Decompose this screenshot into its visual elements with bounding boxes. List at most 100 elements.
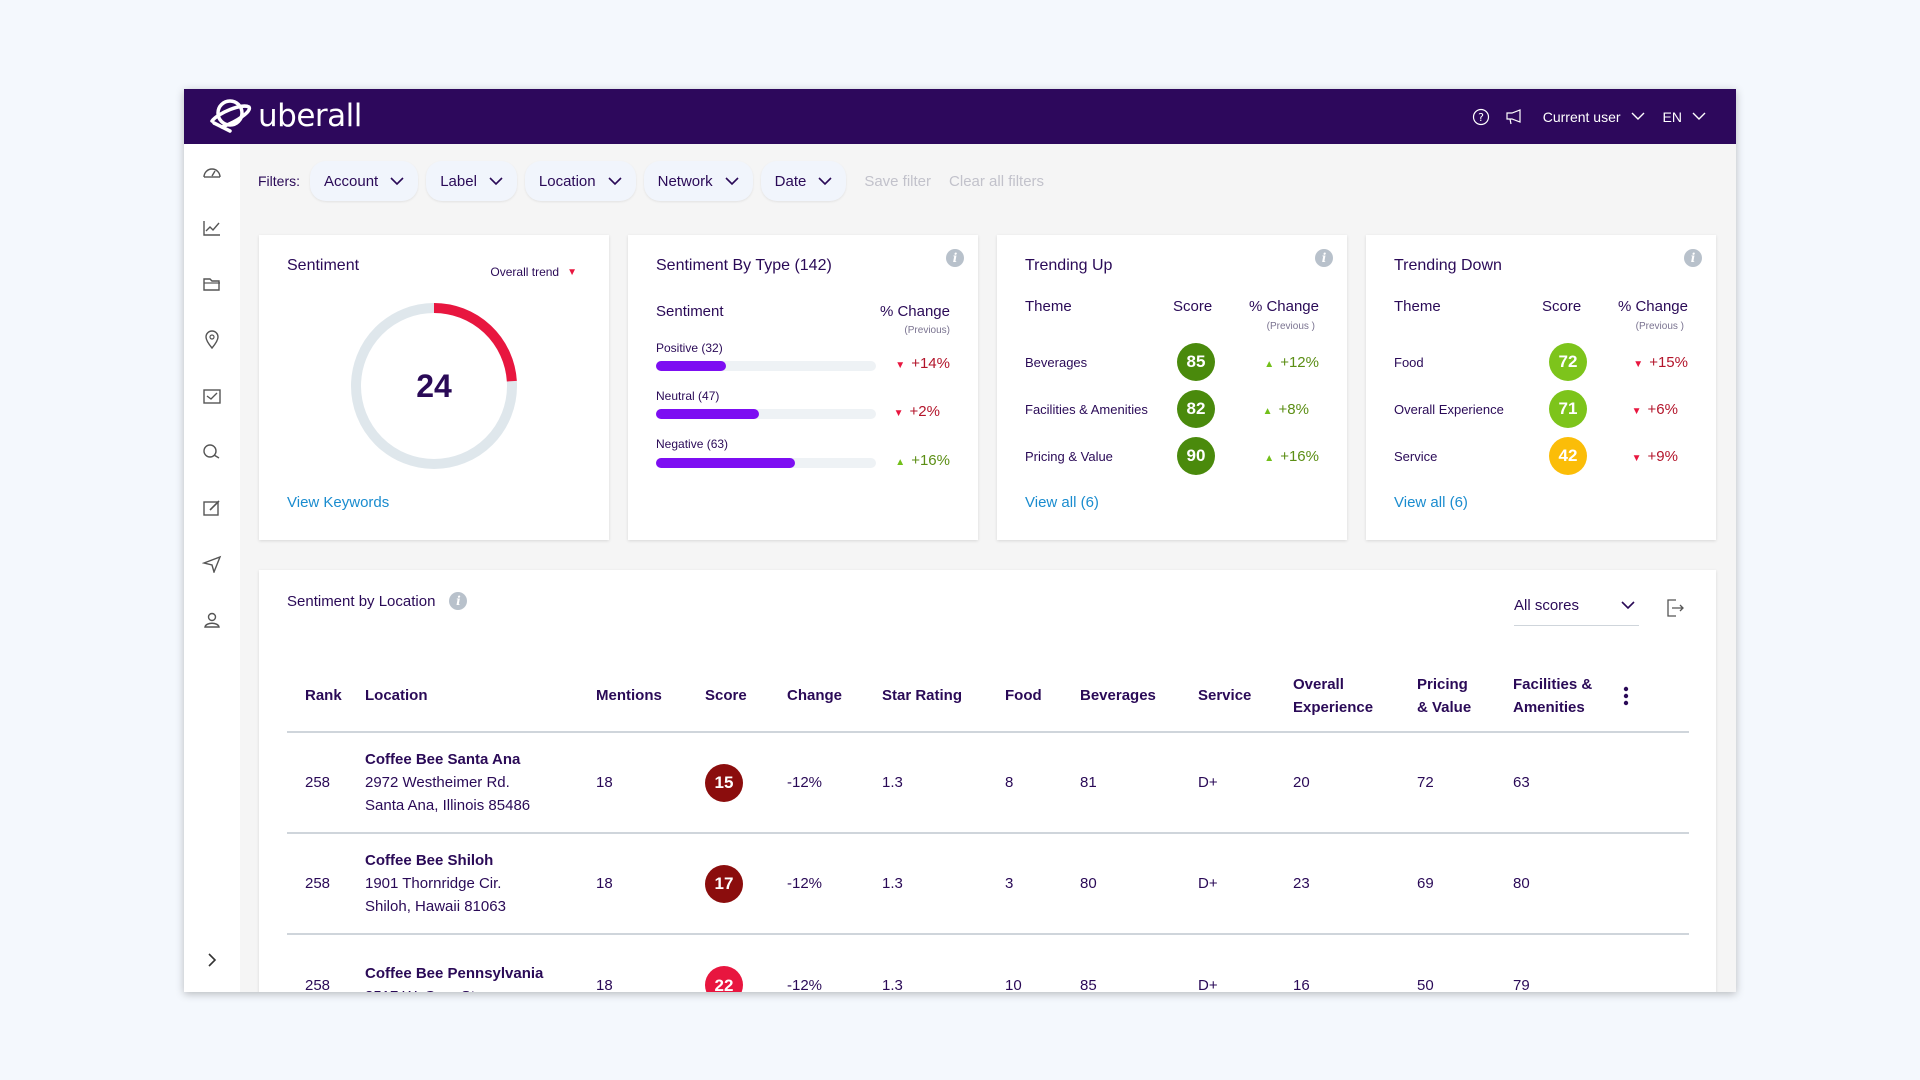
cell-pricing-value: 50 — [1417, 976, 1434, 993]
cell-beverages: 80 — [1080, 833, 1198, 935]
col-food[interactable]: Food — [1005, 660, 1080, 733]
col-change: % Change — [1617, 298, 1688, 315]
trending-up-row[interactable]: Pricing & Value 90 ▲ +16% — [1025, 437, 1319, 475]
location-name[interactable]: Coffee Bee Santa Ana — [365, 748, 596, 771]
score-filter-select[interactable]: All scores — [1514, 586, 1639, 626]
filter-location-label: Location — [538, 172, 596, 190]
theme-change: ▲ +8% — [1263, 401, 1309, 418]
col-pricing-value[interactable]: Pricing & Value — [1417, 660, 1513, 733]
cell-service: D+ — [1198, 833, 1293, 935]
sentiment-bar-fill — [656, 409, 760, 419]
sentiment-score: 24 — [416, 367, 452, 404]
col-overall-experience-label: Overall Experience — [1293, 675, 1374, 716]
col-service[interactable]: Service — [1198, 660, 1293, 733]
col-score: Score — [1542, 298, 1582, 315]
info-icon[interactable]: i — [1684, 249, 1702, 267]
trending-up-title: Trending Up — [1025, 257, 1113, 274]
current-user-dropdown[interactable]: Current user — [1543, 109, 1645, 125]
trending-down-title: Trending Down — [1394, 257, 1502, 274]
sentiment-row-label: Negative (63) — [656, 437, 729, 451]
inbox-icon[interactable] — [202, 386, 222, 406]
theme-name: Beverages — [1025, 354, 1088, 370]
trending-down-row[interactable]: Food 72 ▼ +15% — [1394, 343, 1688, 381]
arrow-down-icon: ▼ — [1631, 452, 1642, 464]
dashboard-gauge-icon[interactable] — [202, 162, 222, 182]
help-circle-icon[interactable]: ? — [1471, 107, 1491, 127]
arrow-up-icon: ▲ — [895, 457, 906, 468]
trending-up-view-all-link[interactable]: View all (6) — [1025, 494, 1099, 511]
trend-down-icon: ▼ — [567, 266, 577, 278]
score-badge: 85 — [1177, 343, 1215, 381]
cell-facilities-amenities: 79 — [1513, 976, 1530, 993]
col-facilities-amenities[interactable]: Facilities & Amenities — [1513, 660, 1689, 733]
uberall-logo[interactable]: uberall — [208, 97, 362, 135]
sentiment-title: Sentiment — [287, 257, 360, 274]
filter-date[interactable]: Date — [760, 161, 847, 201]
filter-account[interactable]: Account — [310, 161, 419, 201]
cell-pricing-value: 69 — [1417, 833, 1513, 935]
sentiment-row-label: Positive (32) — [656, 341, 723, 355]
info-icon[interactable]: i — [1315, 249, 1333, 267]
export-icon[interactable] — [1665, 598, 1685, 623]
filter-network[interactable]: Network — [643, 161, 753, 201]
view-keywords-link[interactable]: View Keywords — [287, 494, 389, 511]
trending-down-card: Trending Down i Theme Score % Change (Pr… — [1366, 235, 1716, 540]
trending-down-row[interactable]: Service 42 ▼ +9% — [1394, 437, 1688, 475]
chevron-down-icon — [818, 176, 832, 185]
sentiment-row-change: ▼ +14% — [895, 355, 950, 372]
folder-icon[interactable] — [202, 274, 222, 294]
theme-change: ▲ +16% — [1264, 448, 1319, 465]
location-name[interactable]: Coffee Bee Shiloh — [365, 849, 596, 872]
theme-change-value: +9% — [1647, 447, 1678, 465]
analytics-chart-icon[interactable] — [202, 218, 222, 238]
theme-name: Service — [1394, 448, 1438, 464]
table-row[interactable]: 258 Coffee Bee Shiloh 1901 Thornridge Ci… — [287, 833, 1689, 935]
clear-all-filters-button[interactable]: Clear all filters — [949, 173, 1044, 190]
more-vertical-icon[interactable] — [1623, 686, 1629, 706]
cell-food: 3 — [1005, 833, 1080, 935]
table-header-row: Rank Location Mentions Score Change Star… — [287, 660, 1689, 733]
col-overall-experience[interactable]: Overall Experience — [1293, 660, 1417, 733]
brand-name: uberall — [258, 98, 362, 134]
send-icon[interactable] — [202, 554, 222, 574]
language-dropdown[interactable]: EN — [1663, 109, 1706, 125]
user-icon[interactable] — [202, 610, 222, 630]
col-score[interactable]: Score — [705, 660, 787, 733]
table-row[interactable]: 258 Coffee Bee Santa Ana 2972 Westheimer… — [287, 732, 1689, 834]
theme-change: ▼ +9% — [1632, 448, 1678, 465]
trending-up-row[interactable]: Facilities & Amenities 82 ▲ +8% — [1025, 390, 1319, 428]
info-icon[interactable]: i — [449, 592, 468, 610]
cell-food: 8 — [1005, 732, 1080, 834]
sentiment-by-location-card: Sentiment by Location i All scores Rank … — [259, 570, 1716, 992]
col-rank[interactable]: Rank — [287, 660, 365, 733]
col-location[interactable]: Location — [365, 660, 596, 733]
save-filter-button[interactable]: Save filter — [864, 173, 931, 190]
filter-label[interactable]: Label — [426, 161, 517, 201]
col-star-rating[interactable]: Star Rating — [882, 660, 1005, 733]
location-name[interactable]: Coffee Bee Pennsylvania — [365, 962, 596, 985]
trending-up-row[interactable]: Beverages 85 ▲ +12% — [1025, 343, 1319, 381]
col-change[interactable]: Change — [787, 660, 882, 733]
location-pin-icon[interactable] — [202, 330, 222, 350]
sentiment-row-label: Neutral (47) — [656, 389, 720, 403]
megaphone-icon[interactable] — [1505, 107, 1525, 127]
cell-facilities-amenities: 80 — [1513, 833, 1689, 935]
arrow-down-icon: ▼ — [1633, 358, 1644, 370]
sentiment-row-change-value: +16% — [911, 452, 950, 469]
chevron-right-icon[interactable] — [202, 950, 222, 970]
chat-bubbles-icon[interactable] — [202, 442, 222, 462]
filter-location[interactable]: Location — [524, 161, 636, 201]
cell-change: -12% — [787, 976, 823, 993]
topbar-actions: ? Current user EN — [1471, 89, 1706, 144]
score-badge: 42 — [1549, 437, 1587, 475]
score-badge: 17 — [705, 864, 743, 903]
table-row[interactable]: 258 Coffee Bee Pennsylvania 3517 W. Gray… — [287, 934, 1689, 992]
info-icon[interactable]: i — [946, 249, 964, 267]
edit-post-icon[interactable] — [202, 498, 222, 518]
arrow-up-icon: ▲ — [1264, 358, 1275, 370]
trending-down-view-all-link[interactable]: View all (6) — [1394, 494, 1468, 511]
trending-down-row[interactable]: Overall Experience 71 ▼ +6% — [1394, 390, 1688, 428]
col-beverages[interactable]: Beverages — [1080, 660, 1198, 733]
col-mentions[interactable]: Mentions — [596, 660, 705, 733]
location-address-line2: Shiloh, Hawaii 81063 — [365, 898, 506, 915]
